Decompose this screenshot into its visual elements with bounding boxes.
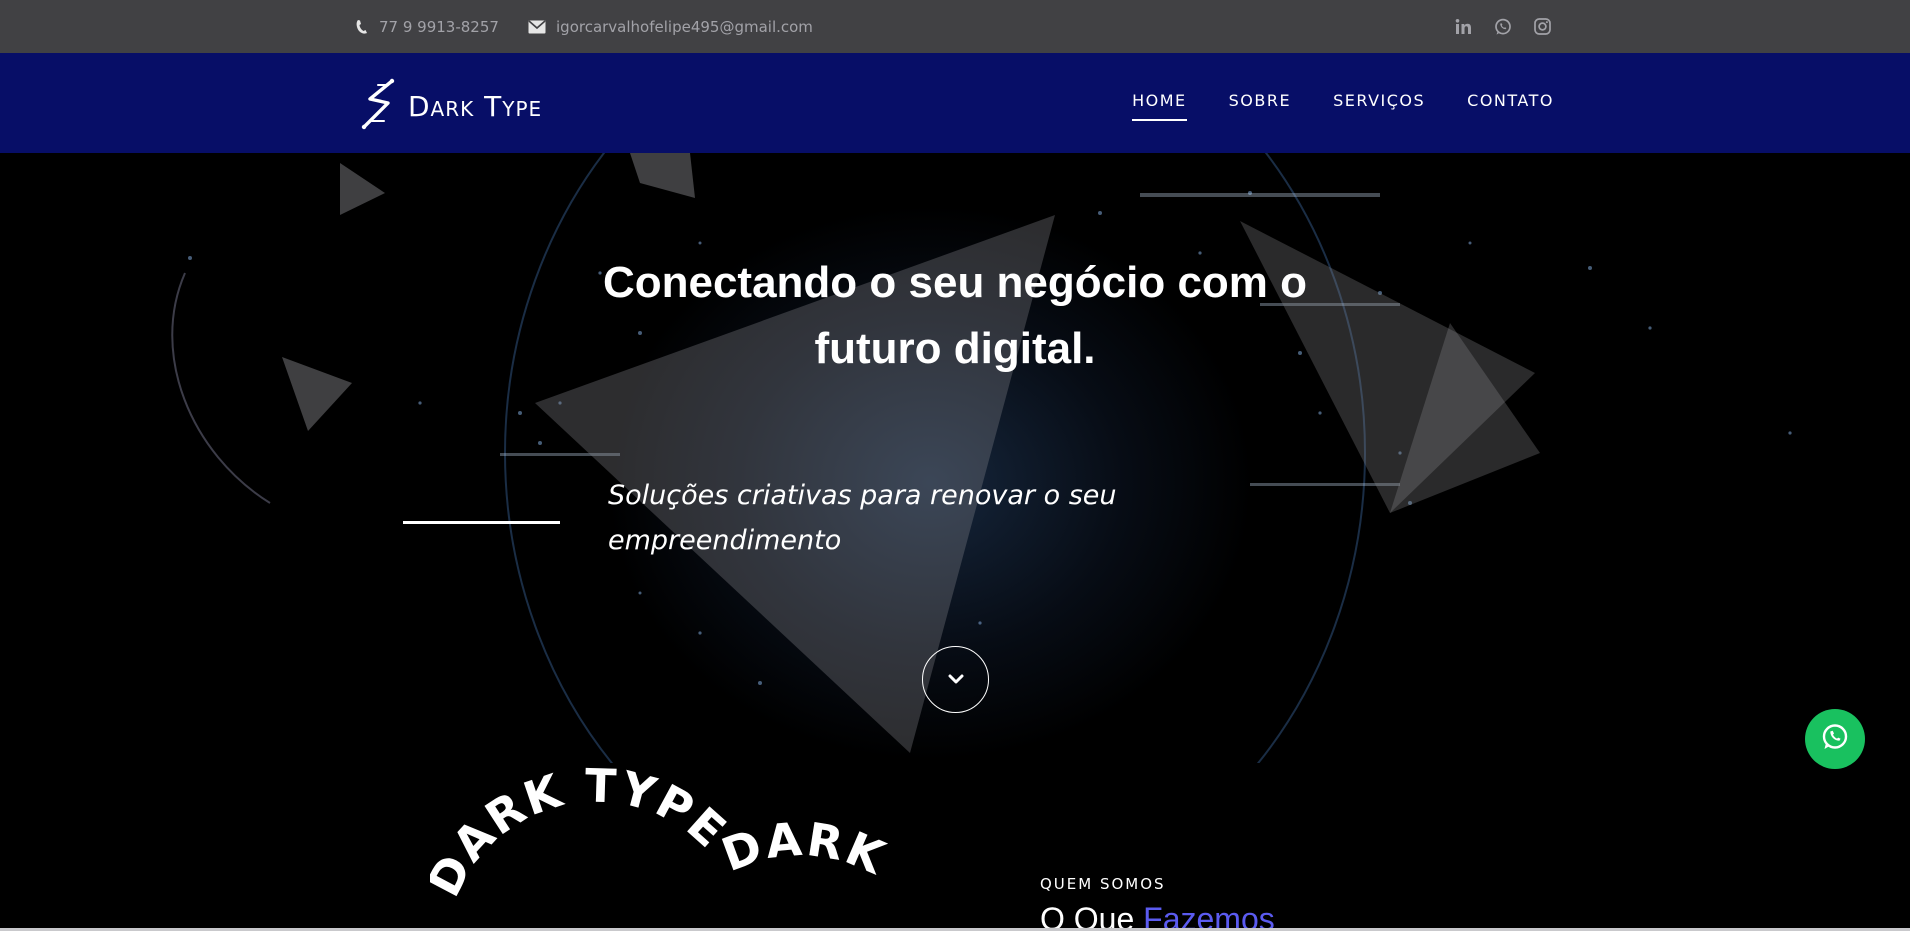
about-title-accent: Fazemos	[1143, 901, 1275, 931]
about-section: DARK TYPE DARK QUEM SOMOS O Que Fazemos	[0, 763, 1910, 931]
nav-sobre[interactable]: SOBRE	[1229, 91, 1291, 121]
about-title: O Que Fazemos	[1040, 901, 1275, 931]
email-address: igorcarvalhofelipe495@gmail.com	[556, 17, 813, 36]
envelope-icon	[528, 19, 546, 34]
svg-text:DARK TYPE: DARK TYPE	[430, 763, 738, 905]
circular-brand-text: DARK TYPE DARK	[430, 763, 895, 905]
phone-icon	[355, 19, 369, 35]
chevron-down-icon	[948, 670, 964, 689]
phone-number: 77 9 9913-8257	[379, 17, 499, 36]
nav-contato[interactable]: CONTATO	[1467, 91, 1554, 121]
main-navbar: Dark Type HOME SOBRE SERVIÇOS CONTATO	[0, 53, 1910, 153]
nav-servicos[interactable]: SERVIÇOS	[1333, 91, 1425, 121]
scroll-down-button[interactable]	[922, 646, 989, 713]
about-title-plain: O Que	[1040, 901, 1135, 931]
circle-text-1: DARK TYPE	[430, 763, 736, 905]
svg-text:DARK: DARK	[715, 812, 895, 886]
brand-name: Dark Type	[408, 89, 543, 123]
lightning-logo-icon	[358, 77, 400, 135]
instagram-icon[interactable]	[1534, 18, 1551, 35]
phone-contact[interactable]: 77 9 9913-8257	[355, 0, 499, 53]
hero-section: Conectando o seu negócio com o futuro di…	[0, 153, 1910, 763]
about-eyebrow: QUEM SOMOS	[1040, 875, 1166, 893]
whatsapp-icon	[1820, 722, 1850, 756]
whatsapp-float-button[interactable]	[1805, 709, 1865, 769]
top-contact-bar: 77 9 9913-8257 igorcarvalhofelipe495@gma…	[0, 0, 1910, 53]
hero-title: Conectando o seu negócio com o futuro di…	[602, 258, 1308, 373]
linkedin-icon[interactable]	[1455, 18, 1472, 35]
email-contact[interactable]: igorcarvalhofelipe495@gmail.com	[528, 0, 813, 53]
nav-home[interactable]: HOME	[1132, 91, 1187, 121]
circle-text-2: DARK	[715, 812, 893, 886]
social-links	[1455, 0, 1551, 53]
brand-logo[interactable]: Dark Type	[358, 77, 542, 135]
main-menu: HOME SOBRE SERVIÇOS CONTATO	[1132, 53, 1554, 153]
whatsapp-icon[interactable]	[1494, 18, 1512, 36]
hero-subtitle: Soluções criativas para renovar o seu em…	[608, 480, 1117, 556]
hero-divider	[403, 521, 560, 524]
